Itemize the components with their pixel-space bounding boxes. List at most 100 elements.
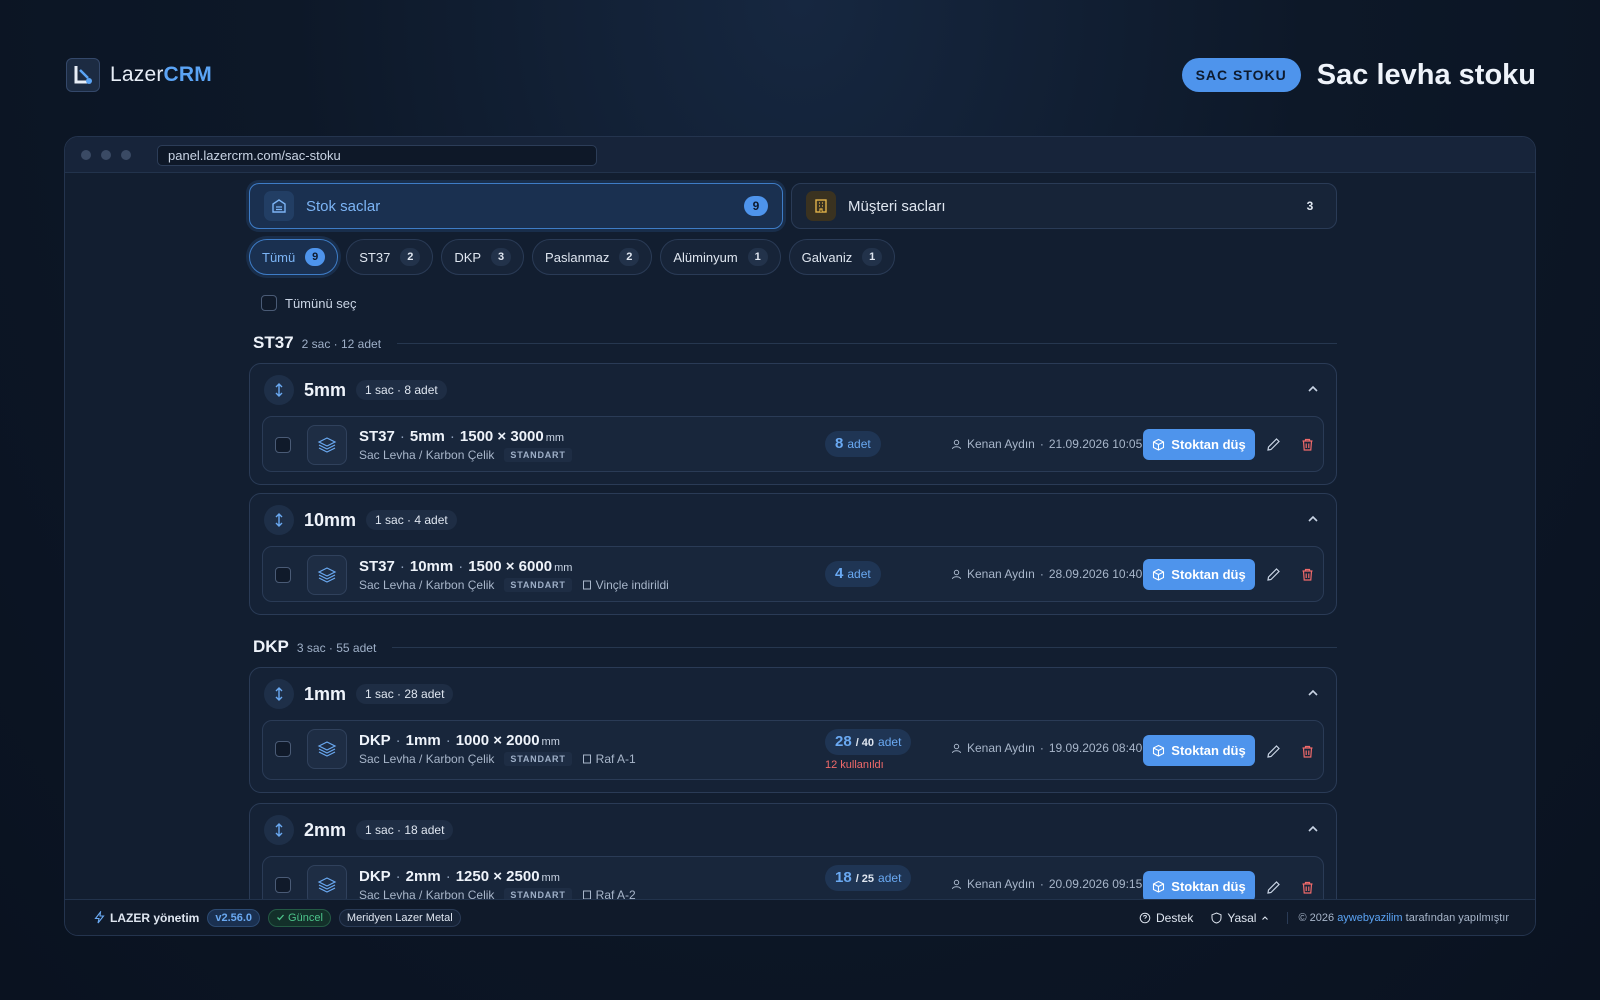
user-icon <box>952 879 961 889</box>
window-dot[interactable] <box>81 150 91 160</box>
check-icon <box>277 914 285 921</box>
chip-count: 3 <box>491 248 512 266</box>
sheet-material: ST37 <box>359 428 395 445</box>
chip-count: 1 <box>862 248 883 266</box>
stock-out-button[interactable]: Stoktan düş <box>1143 735 1255 766</box>
pencil-icon[interactable] <box>1263 741 1283 761</box>
brand-name: LazerCRM <box>110 63 212 87</box>
trash-icon[interactable] <box>1297 877 1317 897</box>
sheet-details: Sac Levha / Karbon Çelik STANDART <box>359 448 572 462</box>
select-all-label: Tümünü seç <box>285 295 357 311</box>
sheet-unit: mm <box>554 562 573 574</box>
sheet-material: DKP <box>359 732 391 749</box>
row-checkbox[interactable] <box>275 741 291 757</box>
tab-stock-sheets[interactable]: Stok saclar 9 <box>249 183 783 229</box>
window-dot[interactable] <box>101 150 111 160</box>
browser-window: panel.lazercrm.com/sac-stoku Stok saclar… <box>64 136 1536 936</box>
stock-out-button[interactable]: Stoktan düş <box>1143 429 1255 460</box>
stock-out-button[interactable]: Stoktan düş <box>1143 559 1255 590</box>
pencil-icon[interactable] <box>1263 877 1283 897</box>
quantity-badge: 8 adet <box>825 431 881 457</box>
thickness-title: 10mm <box>304 509 357 530</box>
chevron-up-icon[interactable] <box>1306 382 1320 401</box>
thickness-header[interactable]: 10mm 1 sac · 4 adet <box>250 494 1336 546</box>
trash-icon[interactable] <box>1297 741 1317 761</box>
filter-chip-all[interactable]: Tümü 9 <box>249 239 339 275</box>
vertical-arrows-icon <box>264 375 294 405</box>
window-dot[interactable] <box>121 150 131 160</box>
chevron-up-icon[interactable] <box>1306 512 1320 531</box>
section-badge: SAC STOKU <box>1181 58 1301 92</box>
chip-label: Tümü <box>262 249 296 265</box>
group-header-dkp: DKP 3 sac · 55 adet <box>253 637 1337 657</box>
owner-name: Kenan Aydın <box>967 741 1035 755</box>
filter-chips: Tümü 9 ST37 2 DKP 3 Paslanmaz 2 Alüminyum 1 G… <box>249 239 896 275</box>
quantity-total: / 25 <box>855 873 875 885</box>
stock-out-button[interactable]: Stoktan düş <box>1143 871 1255 901</box>
filter-chip-dkp[interactable]: DKP 3 <box>441 239 525 275</box>
sheet-layers-icon <box>307 555 347 595</box>
group-name: DKP <box>253 637 289 656</box>
sheet-type: Sac Levha / Karbon Çelik <box>359 448 495 462</box>
group-name: ST37 <box>253 333 294 352</box>
group-header-st37: ST37 2 sac · 12 adet <box>253 333 1337 353</box>
filter-chip-st37[interactable]: ST37 2 <box>346 239 434 275</box>
select-all-checkbox[interactable] <box>261 295 277 311</box>
filter-chip-aluminium[interactable]: Alüminyum 1 <box>660 239 781 275</box>
quantity-value: 18 <box>835 869 852 886</box>
sheet-dimensions: 1500 × 3000 <box>459 428 544 445</box>
thickness-header[interactable]: 2mm 1 sac · 18 adet <box>250 804 1336 856</box>
support-link[interactable]: Destek <box>1139 911 1193 925</box>
select-all[interactable]: Tümünü seç <box>261 295 357 311</box>
trash-icon[interactable] <box>1297 564 1317 584</box>
organization-badge[interactable]: Meridyen Lazer Metal <box>338 908 461 927</box>
chip-label: Galvaniz <box>801 249 853 265</box>
used-count: 12 kullanıldı <box>825 759 884 771</box>
main-content: Stok saclar 9 Müşteri sacları 3 Tümü 9 ST… <box>65 173 1535 901</box>
copyright-link[interactable]: aywebyazilim <box>1337 912 1402 924</box>
stock-out-label: Stoktan düş <box>1171 437 1246 452</box>
row-checkbox[interactable] <box>275 437 291 453</box>
thickness-header[interactable]: 5mm 1 sac · 8 adet <box>250 364 1336 416</box>
thickness-group-5mm: 5mm 1 sac · 8 adet ST37 · 5mm · 1500 × 3000 m… <box>249 363 1337 485</box>
user-icon <box>952 743 961 753</box>
row-checkbox[interactable] <box>275 877 291 893</box>
quantity-unit: adet <box>847 567 871 581</box>
entry-date: 19.09.2026 08:40 <box>1048 741 1143 755</box>
box-icon <box>1153 880 1165 893</box>
pencil-icon[interactable] <box>1263 434 1283 454</box>
box-icon <box>1153 438 1165 451</box>
chevron-up-icon[interactable] <box>1306 822 1320 841</box>
tab-customer-sheets[interactable]: Müşteri sacları 3 <box>791 183 1337 229</box>
sheet-row: ST37 · 10mm · 1500 × 6000 mm Sac Levha / Karb… <box>262 546 1324 602</box>
app-footer: LAZER yönetim v2.56.0 Güncel Meridyen La… <box>65 899 1535 935</box>
owner-name: Kenan Aydın <box>967 877 1035 891</box>
chevron-up-icon <box>1262 915 1269 920</box>
legal-label: Yasal <box>1227 910 1257 925</box>
stock-out-label: Stoktan düş <box>1171 567 1246 582</box>
legal-menu[interactable]: Yasal <box>1211 911 1269 925</box>
sheet-unit: mm <box>541 736 560 748</box>
document-icon <box>582 580 591 590</box>
user-icon <box>952 439 961 449</box>
row-checkbox[interactable] <box>275 567 291 583</box>
vertical-arrows-icon <box>264 505 294 535</box>
quantity-value: 28 <box>835 733 852 750</box>
thickness-title: 5mm <box>304 379 347 400</box>
quantity-unit: adet <box>847 437 871 451</box>
sheet-title: DKP · 2mm · 1250 × 2500 mm <box>359 868 560 885</box>
tab-label: Stok saclar <box>306 197 381 215</box>
chevron-up-icon[interactable] <box>1306 686 1320 705</box>
thickness-header[interactable]: 1mm 1 sac · 28 adet <box>250 668 1336 720</box>
thickness-title: 2mm <box>304 819 347 840</box>
filter-chip-galvanized[interactable]: Galvaniz 1 <box>788 239 896 275</box>
pencil-icon[interactable] <box>1263 564 1283 584</box>
building-icon <box>806 191 836 221</box>
sheet-title: ST37 · 5mm · 1500 × 3000 mm <box>359 428 565 445</box>
trash-icon[interactable] <box>1297 434 1317 454</box>
filter-chip-stainless[interactable]: Paslanmaz 2 <box>532 239 653 275</box>
owner-info: Kenan Aydın · 28.09.2026 10:40 <box>951 567 1142 581</box>
thickness-title: 1mm <box>304 683 347 704</box>
url-bar[interactable]: panel.lazercrm.com/sac-stoku <box>157 145 597 166</box>
brand[interactable]: LazerCRM <box>66 58 212 92</box>
